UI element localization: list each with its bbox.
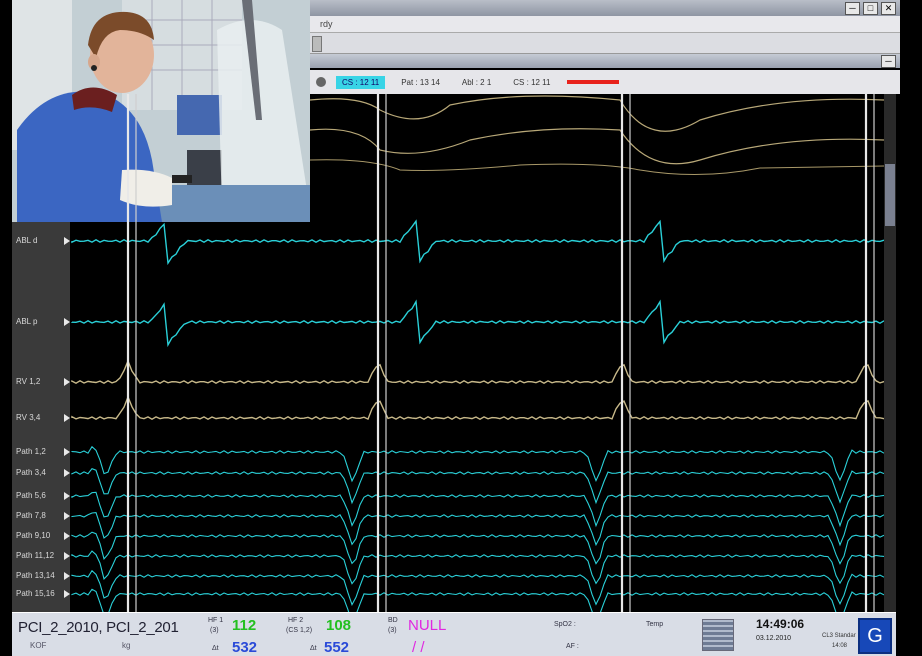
channel-label: Path 13,14 [16,571,55,580]
channel-trace [71,394,885,421]
channel-trace [71,299,885,348]
grid-icon[interactable] [702,619,734,651]
bd-label: BD [388,617,398,624]
bd-value-secondary: / / [412,639,425,656]
channel-marker-icon[interactable] [64,378,70,386]
channel-trace [71,491,885,528]
surface-ecg-trace [309,128,885,165]
channel-marker-icon[interactable] [64,237,70,245]
ep-recording-screen: ─ □ ✕ rdy ─ CS : 12 11 Pat : 13 14 Abl :… [0,0,922,656]
channel-marker-icon[interactable] [64,414,70,422]
channel-label: Path 5,6 [16,491,46,500]
clock-sub-label: CL3 Standar [822,633,856,639]
channel-trace [71,359,885,385]
channel-label: Path 9,10 [16,531,51,540]
channel-trace [71,569,885,606]
channel-trace [71,445,885,483]
vitals-bottom-bar: PCI_2_2010, PCI_2_201 KOF kg HF 1 (3) 11… [12,612,896,656]
channel-trace [71,512,885,547]
channel-marker-icon[interactable] [64,552,70,560]
clock-block: 14:49:06 03.12.2010 CL3 Standar 14:08 [756,617,856,649]
channel-marker-icon[interactable] [64,318,70,326]
temp-label: Temp [646,621,664,628]
channel-label: Path 1,2 [16,447,46,456]
channel-trace [71,219,885,266]
hr2-interval: 552 [324,639,350,656]
channel-trace [71,531,885,565]
channel-trace [71,550,885,585]
bd-value: NULL [408,617,447,634]
patient-name: PCI_2_2010, PCI_2_201 [18,619,179,636]
hr1-value: 112 [232,617,257,634]
ecg-traces-area [71,94,885,626]
channel-marker-icon[interactable] [64,572,70,580]
channel-label: RV 3,4 [16,413,41,422]
channel-label: ABL p [16,317,38,326]
channel-marker-icon[interactable] [64,590,70,598]
channel-label: ABL d [16,236,38,245]
surface-ecg-trace [309,159,885,176]
hr1-label: HF 1 [208,617,224,624]
channel-label: Path 15,16 [16,589,55,598]
patient-kof-label: KOF [30,641,47,650]
vertical-scrollbar[interactable] [884,94,896,612]
channel-label: Path 7,8 [16,511,46,520]
hr2-label: HF 2 [288,617,304,624]
channel-marker-icon[interactable] [64,448,70,456]
channel-label: Path 3,4 [16,468,46,477]
channel-marker-icon[interactable] [64,469,70,477]
channel-marker-icon[interactable] [64,512,70,520]
channel-label: Path 11,12 [16,551,55,560]
hr2-value: 108 [326,617,352,634]
hr2-unit: (CS 1,2) [286,627,313,634]
channel-marker-icon[interactable] [64,492,70,500]
patient-kg-label: kg [122,641,131,650]
hr1-unit: (3) [210,627,219,634]
channel-marker-icon[interactable] [64,532,70,540]
hr1-interval-label: Δt [212,645,219,652]
af-label: AF : [566,643,579,650]
channel-label: RV 1,2 [16,377,41,386]
bd-sub-label: (3) [388,627,397,634]
hr2-interval-label: Δt [310,645,317,652]
surface-ecg-trace [309,95,885,132]
clock-time: 14:49:06 [756,617,805,631]
scrollbar-thumb[interactable] [885,164,895,226]
clock-sub-time: 14:08 [832,643,848,649]
hr1-interval: 532 [232,639,258,656]
spo2-label: SpO2 : [554,621,576,628]
channel-trace [71,468,885,505]
app-logo-icon[interactable]: G [858,618,892,654]
